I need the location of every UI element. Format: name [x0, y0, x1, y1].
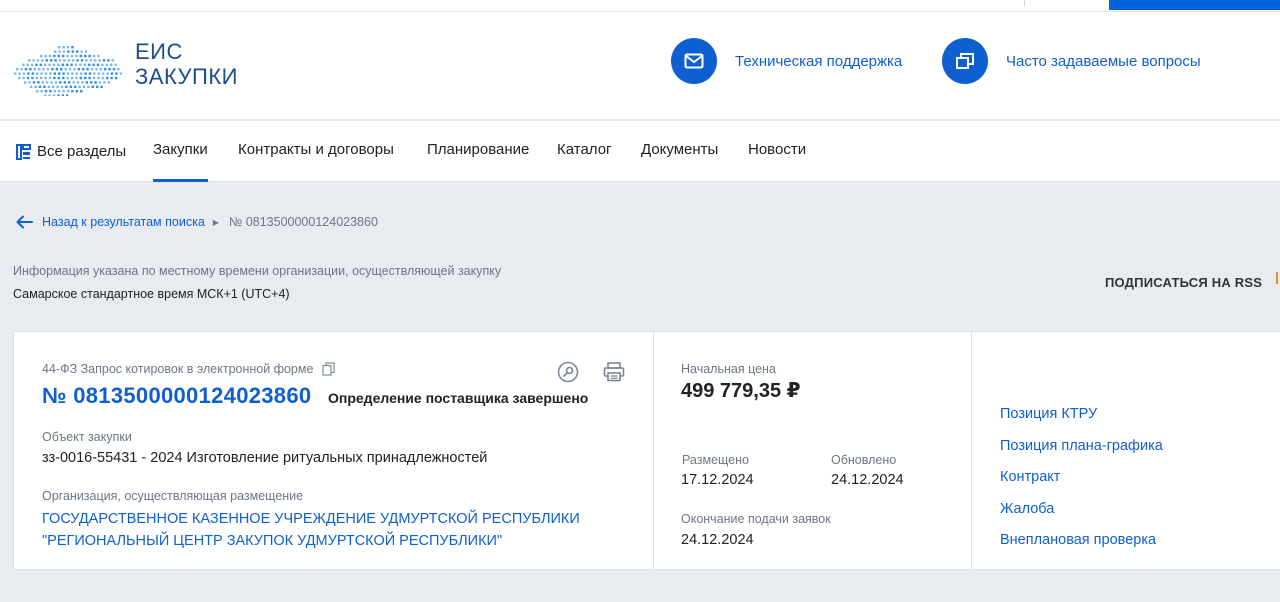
status-badge: Определение поставщика завершено: [328, 390, 589, 406]
registry-number[interactable]: № 0813500000124023860: [42, 383, 311, 409]
main-nav: Все разделы Закупки Контракты и договоры…: [0, 121, 1280, 182]
nav-item-planning[interactable]: Планирование: [427, 121, 529, 182]
procurement-law-type: 44-ФЗ Запрос котировок в электронной фор…: [42, 362, 336, 376]
card-divider: [971, 332, 972, 569]
procurement-card: 44-ФЗ Запрос котировок в электронной фор…: [13, 331, 1280, 570]
object-value: зз-0016-55431 - 2024 Изготовление ритуал…: [42, 450, 488, 466]
back-to-results-link[interactable]: Назад к результатам поиска: [42, 215, 205, 229]
top-strip: [0, 0, 1280, 12]
nav-item-purchases[interactable]: Закупки: [153, 121, 208, 182]
faq-link[interactable]: Часто задаваемые вопросы: [942, 38, 1201, 84]
nav-item-catalog[interactable]: Каталог: [557, 121, 612, 182]
site-header: ЕИС ЗАКУПКИ Техническая поддержка Часто …: [0, 12, 1280, 120]
nav-all-sections[interactable]: Все разделы: [16, 121, 126, 182]
top-strip-divider: [1024, 0, 1025, 6]
link-plan-schedule-position[interactable]: Позиция плана-графика: [1000, 437, 1163, 469]
nav-item-documents[interactable]: Документы: [641, 121, 718, 182]
deadline-date: 24.12.2024: [681, 532, 754, 548]
org-label: Организация, осуществляющая размещение: [42, 489, 304, 503]
support-label: Техническая поддержка: [735, 52, 903, 70]
nav-item-news[interactable]: Новости: [748, 121, 806, 182]
deadline-label: Окончание подачи заявок: [681, 512, 831, 526]
object-label: Объект закупки: [42, 430, 132, 444]
logo-text: ЕИС ЗАКУПКИ: [135, 39, 238, 89]
related-links: Позиция КТРУ Позиция плана-графика Контр…: [1000, 405, 1163, 563]
logo-line-2: ЗАКУПКИ: [135, 64, 238, 89]
logo[interactable]: ЕИС ЗАКУПКИ: [14, 38, 254, 98]
card-divider: [653, 332, 654, 569]
placed-label: Размещено: [682, 453, 749, 467]
link-unscheduled-inspection[interactable]: Внеплановая проверка: [1000, 531, 1163, 563]
organization-link[interactable]: ГОСУДАРСТВЕННОЕ КАЗЕННОЕ УЧРЕЖДЕНИЕ УДМУ…: [42, 508, 622, 552]
arrow-left-icon[interactable]: [16, 215, 33, 229]
nav-item-contracts[interactable]: Контракты и договоры: [238, 121, 394, 182]
top-blue-bar[interactable]: [1109, 0, 1280, 10]
updated-date: 24.12.2024: [831, 472, 904, 488]
price-label: Начальная цена: [681, 362, 776, 376]
org-line-1: ГОСУДАРСТВЕННОЕ КАЗЕННОЕ УЧРЕЖДЕНИЕ УДМУ…: [42, 511, 580, 527]
copy-windows-icon: [942, 38, 988, 84]
printer-icon[interactable]: [602, 360, 626, 384]
breadcrumb: Назад к результатам поиска ▶ № 081350000…: [16, 213, 378, 231]
price-value: 499 779,35 ₽: [681, 380, 801, 402]
envelope-icon: [671, 38, 717, 84]
russia-map-logo-icon: [14, 46, 122, 96]
timezone-value: Самарское стандартное время МСК+1 (UTC+4…: [13, 287, 290, 301]
breadcrumb-current: № 0813500000124023860: [228, 215, 378, 229]
sections-icon: [16, 143, 31, 160]
placed-date: 17.12.2024: [681, 472, 754, 488]
law-type-label: 44-ФЗ Запрос котировок в электронной фор…: [42, 362, 314, 376]
copy-icon[interactable]: [322, 362, 336, 376]
triangle-right-icon: ▶: [212, 217, 219, 227]
rss-edge-mark: [1276, 272, 1280, 284]
link-ktru-position[interactable]: Позиция КТРУ: [1000, 405, 1163, 437]
link-complaint[interactable]: Жалоба: [1000, 500, 1163, 532]
org-line-2: "РЕГИОНАЛЬНЫЙ ЦЕНТР ЗАКУПОК УДМУРТСКОЙ Р…: [42, 533, 503, 549]
nav-all-label: Все разделы: [37, 142, 127, 160]
updated-label: Обновлено: [831, 453, 897, 467]
rss-subscribe-link[interactable]: ПОДПИСАТЬСЯ НА RSS: [1105, 275, 1262, 290]
faq-label: Часто задаваемые вопросы: [1006, 52, 1201, 70]
support-link[interactable]: Техническая поддержка: [671, 38, 902, 84]
link-contract[interactable]: Контракт: [1000, 468, 1163, 500]
magnifier-icon[interactable]: [556, 360, 580, 384]
logo-line-1: ЕИС: [135, 39, 183, 64]
timezone-note: Информация указана по местному времени о…: [13, 264, 502, 278]
